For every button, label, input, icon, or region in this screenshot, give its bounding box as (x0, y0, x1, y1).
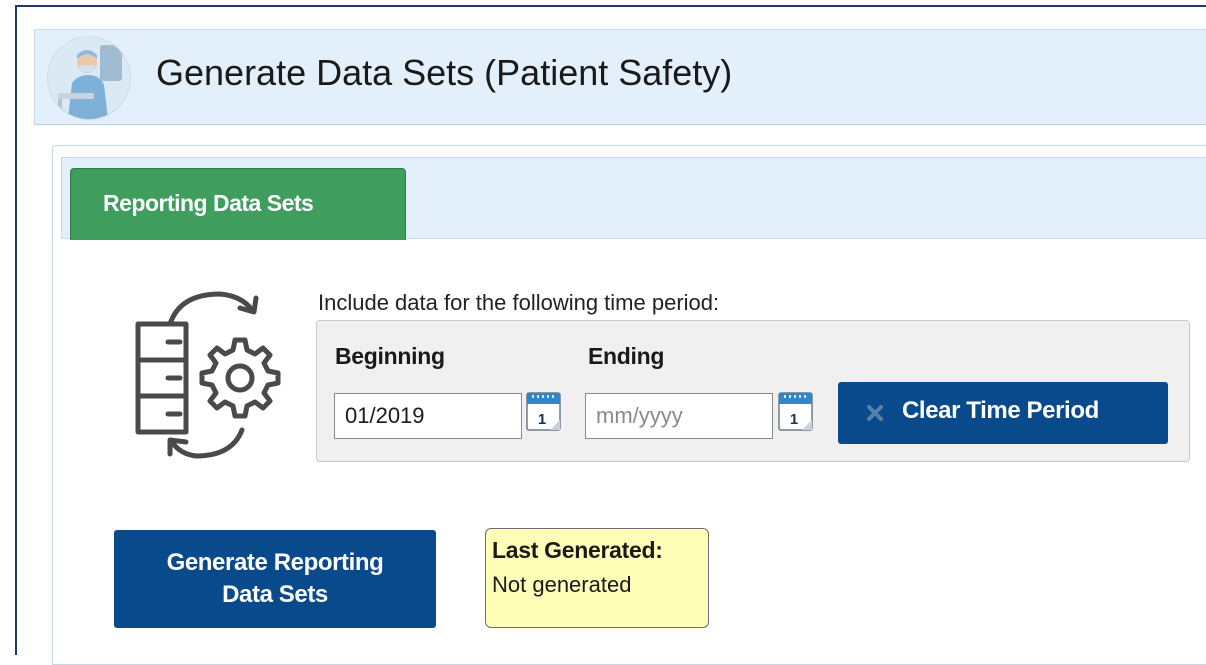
clear-time-period-label: Clear Time Period (902, 397, 1099, 424)
data-process-icon (135, 291, 281, 459)
beginning-label: Beginning (335, 343, 445, 369)
beginning-calendar-icon[interactable]: 1 (526, 390, 562, 432)
last-generated-label: Last Generated: (492, 537, 663, 563)
ending-date-input[interactable] (585, 393, 773, 439)
page-title: Generate Data Sets (Patient Safety) (156, 52, 733, 93)
generate-button-line1: Generate Reporting (166, 549, 384, 576)
time-period-instruction: Include data for the following time peri… (318, 290, 720, 315)
last-generated-box: Last Generated: Not generated (485, 528, 709, 628)
clear-time-period-button[interactable]: Clear Time Period (838, 382, 1168, 444)
healthcare-worker-avatar (48, 37, 130, 119)
calendar-day-text: 1 (790, 411, 798, 428)
tab-reporting-data-sets[interactable]: Reporting Data Sets (70, 168, 406, 240)
calendar-day-text: 1 (538, 411, 546, 428)
ending-calendar-icon[interactable]: 1 (778, 390, 814, 432)
generate-button-line2: Data Sets (222, 581, 328, 608)
close-icon (867, 405, 883, 421)
last-generated-value: Not generated (492, 572, 632, 597)
beginning-date-input[interactable] (334, 393, 522, 439)
ending-label: Ending (588, 343, 665, 369)
generate-reporting-data-sets-button[interactable]: Generate Reporting Data Sets (114, 530, 436, 628)
